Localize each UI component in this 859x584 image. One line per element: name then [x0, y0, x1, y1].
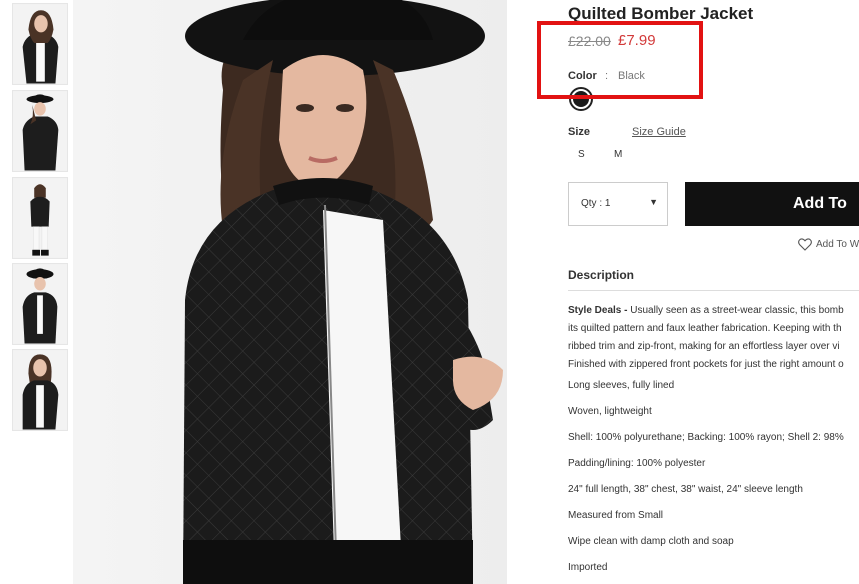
feature-item: Woven, lightweight: [568, 406, 652, 417]
size-option-s[interactable]: S: [578, 149, 585, 160]
dropdown-caret-icon: ▼: [649, 197, 658, 207]
feature-item: Shell: 100% polyurethane; Backing: 100% …: [568, 432, 844, 443]
add-to-wishlist-link[interactable]: Add To W: [798, 238, 859, 251]
description-line-1: Style Deals - Usually seen as a street-w…: [568, 302, 859, 320]
description-heading: Description: [568, 268, 635, 282]
thumbnail-3[interactable]: [12, 177, 68, 259]
highlight-box: [537, 21, 703, 99]
thumbnail-5[interactable]: [12, 349, 68, 431]
feature-item: Imported: [568, 562, 608, 573]
description-intro: Style Deals - Usually seen as a street-w…: [568, 302, 859, 374]
thumbnail-4-image: [13, 264, 67, 344]
add-to-bag-button[interactable]: Add To: [685, 182, 859, 226]
main-product-image: [73, 0, 507, 584]
feature-item: Padding/lining: 100% polyester: [568, 458, 706, 469]
size-label: Size: [568, 126, 591, 138]
quantity-value: Qty : 1: [581, 198, 611, 209]
size-guide-link[interactable]: Size Guide: [632, 126, 686, 138]
wishlist-label: Add To W: [816, 239, 859, 251]
description-line-1-text: Usually seen as a street-wear classic, t…: [627, 305, 844, 316]
description-style-deals: Style Deals -: [568, 305, 628, 316]
model-photo: [73, 0, 507, 584]
feature-item: Measured from Small: [568, 510, 664, 521]
thumbnail-2-image: [13, 91, 67, 171]
thumbnail-3-image: [13, 178, 67, 258]
quantity-select[interactable]: Qty : 1 ▼: [568, 182, 668, 226]
description-line-2: its quilted pattern and faux leather fab…: [568, 323, 842, 334]
thumbnail-2[interactable]: [12, 90, 68, 172]
description-line-4: Finished with zippered front pockets for…: [568, 359, 844, 370]
description-line-3: ribbed trim and zip-front, making for an…: [568, 341, 840, 352]
feature-item: 24" full length, 38" chest, 38" waist, 2…: [568, 484, 803, 495]
heart-icon: [798, 238, 812, 251]
size-option-m[interactable]: M: [614, 149, 622, 160]
thumbnail-4[interactable]: [12, 263, 68, 345]
thumbnail-5-image: [13, 350, 67, 430]
feature-item: Long sleeves, fully lined: [568, 380, 675, 391]
divider: [568, 290, 859, 291]
thumbnail-1-image: [13, 4, 67, 84]
thumbnail-1[interactable]: [12, 3, 68, 85]
feature-item: Wipe clean with damp cloth and soap: [568, 536, 734, 547]
